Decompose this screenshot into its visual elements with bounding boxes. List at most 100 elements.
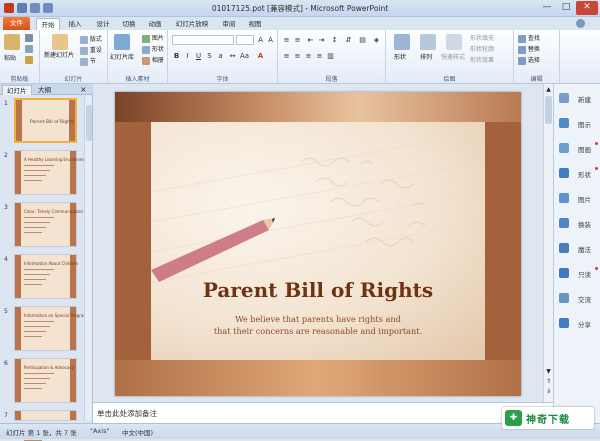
underline-icon[interactable]: U [194,52,203,61]
panel-item-drawing[interactable]: 图画 [556,140,600,160]
shrink-font-icon[interactable]: A [266,36,275,45]
new-slide-button[interactable]: 新建幻灯片 [44,52,74,60]
shape-outline-button[interactable]: 形状轮廓 [470,44,494,53]
align-right-icon[interactable]: ≡ [304,52,313,61]
tab-insert[interactable]: 插入 [64,18,86,30]
panel-item-readonly[interactable]: 只读 [556,265,600,285]
notes-placeholder[interactable]: 单击此处添加备注 [97,408,157,419]
replace-button[interactable]: 替换 [518,44,540,54]
slide-scroll-thumb[interactable] [545,96,552,124]
panel-item-diagram[interactable]: 图示 [556,115,600,135]
slide-subtitle-line2[interactable]: that their concerns are reasonable and i… [115,326,521,336]
pane-scroll-thumb[interactable] [86,105,92,141]
font-color-icon[interactable]: A [256,52,265,61]
slide-thumbnail[interactable]: Information About Children [14,254,78,299]
previous-slide-icon[interactable]: ⇑ [545,378,552,385]
shape-insert-button[interactable]: 形状 [142,44,164,54]
status-theme[interactable]: "Axis" [90,427,109,435]
align-text-icon[interactable]: ▤ [358,36,367,45]
close-button[interactable]: ✕ [576,1,598,15]
slide-thumbnail[interactable]: A Healthy Learning Environment [14,150,89,195]
tab-slides-pane[interactable]: 幻灯片 [2,85,32,95]
tab-file[interactable]: 文件 [3,17,30,30]
status-language[interactable]: 中文(中国) [122,427,153,437]
paste-button[interactable]: 粘贴 [4,53,16,62]
shape-fill-button[interactable]: 形状填充 [470,33,494,42]
slide-subtitle-line1[interactable]: We believe that parents have rights and [115,314,521,324]
quick-styles-icon[interactable] [446,34,462,50]
close-pane-icon[interactable]: × [80,85,87,94]
arrange-icon[interactable] [420,34,436,50]
paste-icon[interactable] [4,34,20,50]
font-name-field[interactable] [172,35,234,45]
change-case-icon[interactable]: Aa [240,52,249,61]
panel-item-picture[interactable]: 图片 [556,190,600,210]
minimize-button[interactable]: — [538,1,556,15]
smartart-icon[interactable]: ◈ [372,36,381,45]
slide-thumbnail[interactable]: Participation & Advocacy [14,358,77,403]
picture-button[interactable]: 图片 [142,33,164,43]
new-slide-icon[interactable] [52,34,68,50]
tab-outline-pane[interactable]: 大纲 [34,85,55,95]
slide-thumbnail[interactable]: Information on Special Programs [14,306,89,351]
tab-design[interactable]: 设计 [92,18,114,30]
text-direction-icon[interactable]: ⇵ [344,36,353,45]
line-spacing-icon[interactable]: ↕ [330,36,339,45]
shapes-gallery-icon[interactable] [394,34,410,50]
slide-title[interactable]: Parent Bill of Rights [115,278,521,302]
maximize-button[interactable]: □ [557,1,575,15]
panel-item-shape[interactable]: 形状 [556,165,600,185]
slide-thumbnail[interactable]: Parent Bill of Rights [14,98,77,143]
panel-item-new[interactable]: 新建 [556,90,600,110]
columns-icon[interactable]: ▥ [326,52,335,61]
align-center-icon[interactable]: ≡ [293,52,302,61]
select-button[interactable]: 选择 [518,55,540,65]
arrange-button[interactable]: 排列 [420,52,432,61]
shape-button[interactable]: 形状 [394,52,406,61]
scroll-down-icon[interactable]: ▼ [545,368,552,375]
align-left-icon[interactable]: ≡ [282,52,291,61]
justify-icon[interactable]: ≡ [315,52,324,61]
slide-scrollbar[interactable]: ▲ ▼ ⇑ ⇓ [543,84,553,402]
font-size-field[interactable] [236,35,254,45]
tab-transitions[interactable]: 切换 [118,18,140,30]
numbering-icon[interactable]: ≡ [293,36,302,45]
panel-item-chat[interactable]: 交流 [556,290,600,310]
panel-item-dressup[interactable]: 换装 [556,215,600,235]
char-spacing-icon[interactable]: ↔ [228,52,237,61]
tab-review[interactable]: 审阅 [218,18,240,30]
bullets-icon[interactable]: ≡ [282,36,291,45]
panel-item-magic[interactable]: 魔法 [556,240,600,260]
decrease-indent-icon[interactable]: ⇤ [306,36,315,45]
notes-pane[interactable]: 单击此处添加备注 [93,402,553,423]
tab-home[interactable]: 开始 [36,18,60,30]
format-painter-icon[interactable] [25,56,33,64]
layout-button[interactable]: 版式 [80,34,102,44]
pane-scrollbar[interactable] [84,97,92,421]
next-slide-icon[interactable]: ⇓ [545,388,552,395]
grow-font-icon[interactable]: A [256,36,265,45]
slide-library-button[interactable]: 幻灯片库 [110,52,134,61]
shape-effects-button[interactable]: 形状效果 [470,55,494,64]
tab-slideshow[interactable]: 幻灯片放映 [172,18,212,30]
copy-icon[interactable] [25,45,33,53]
section-button[interactable]: 节 [80,56,96,66]
slide-canvas[interactable]: Parent Bill of Rights We believe that pa… [115,92,521,396]
bold-icon[interactable]: B [172,52,181,61]
slide-library-icon[interactable] [114,34,130,50]
find-button[interactable]: 查找 [518,33,540,43]
slide-thumbnail[interactable]: Clear, Timely Communication [14,202,83,247]
italic-icon[interactable]: I [183,52,192,61]
panel-item-share[interactable]: 分享 [556,315,600,335]
quick-styles-button[interactable]: 快速样式 [441,52,465,61]
tab-view[interactable]: 视图 [244,18,266,30]
increase-indent-icon[interactable]: ⇥ [317,36,326,45]
shadow-icon[interactable]: S [205,52,214,61]
scroll-up-icon[interactable]: ▲ [545,86,552,93]
reset-button[interactable]: 重设 [80,45,102,55]
help-icon[interactable] [576,19,585,28]
slide-thumbnail[interactable] [14,410,77,441]
cut-icon[interactable] [25,34,33,42]
tab-animations[interactable]: 动画 [144,18,166,30]
album-button[interactable]: 相册 [142,55,164,65]
